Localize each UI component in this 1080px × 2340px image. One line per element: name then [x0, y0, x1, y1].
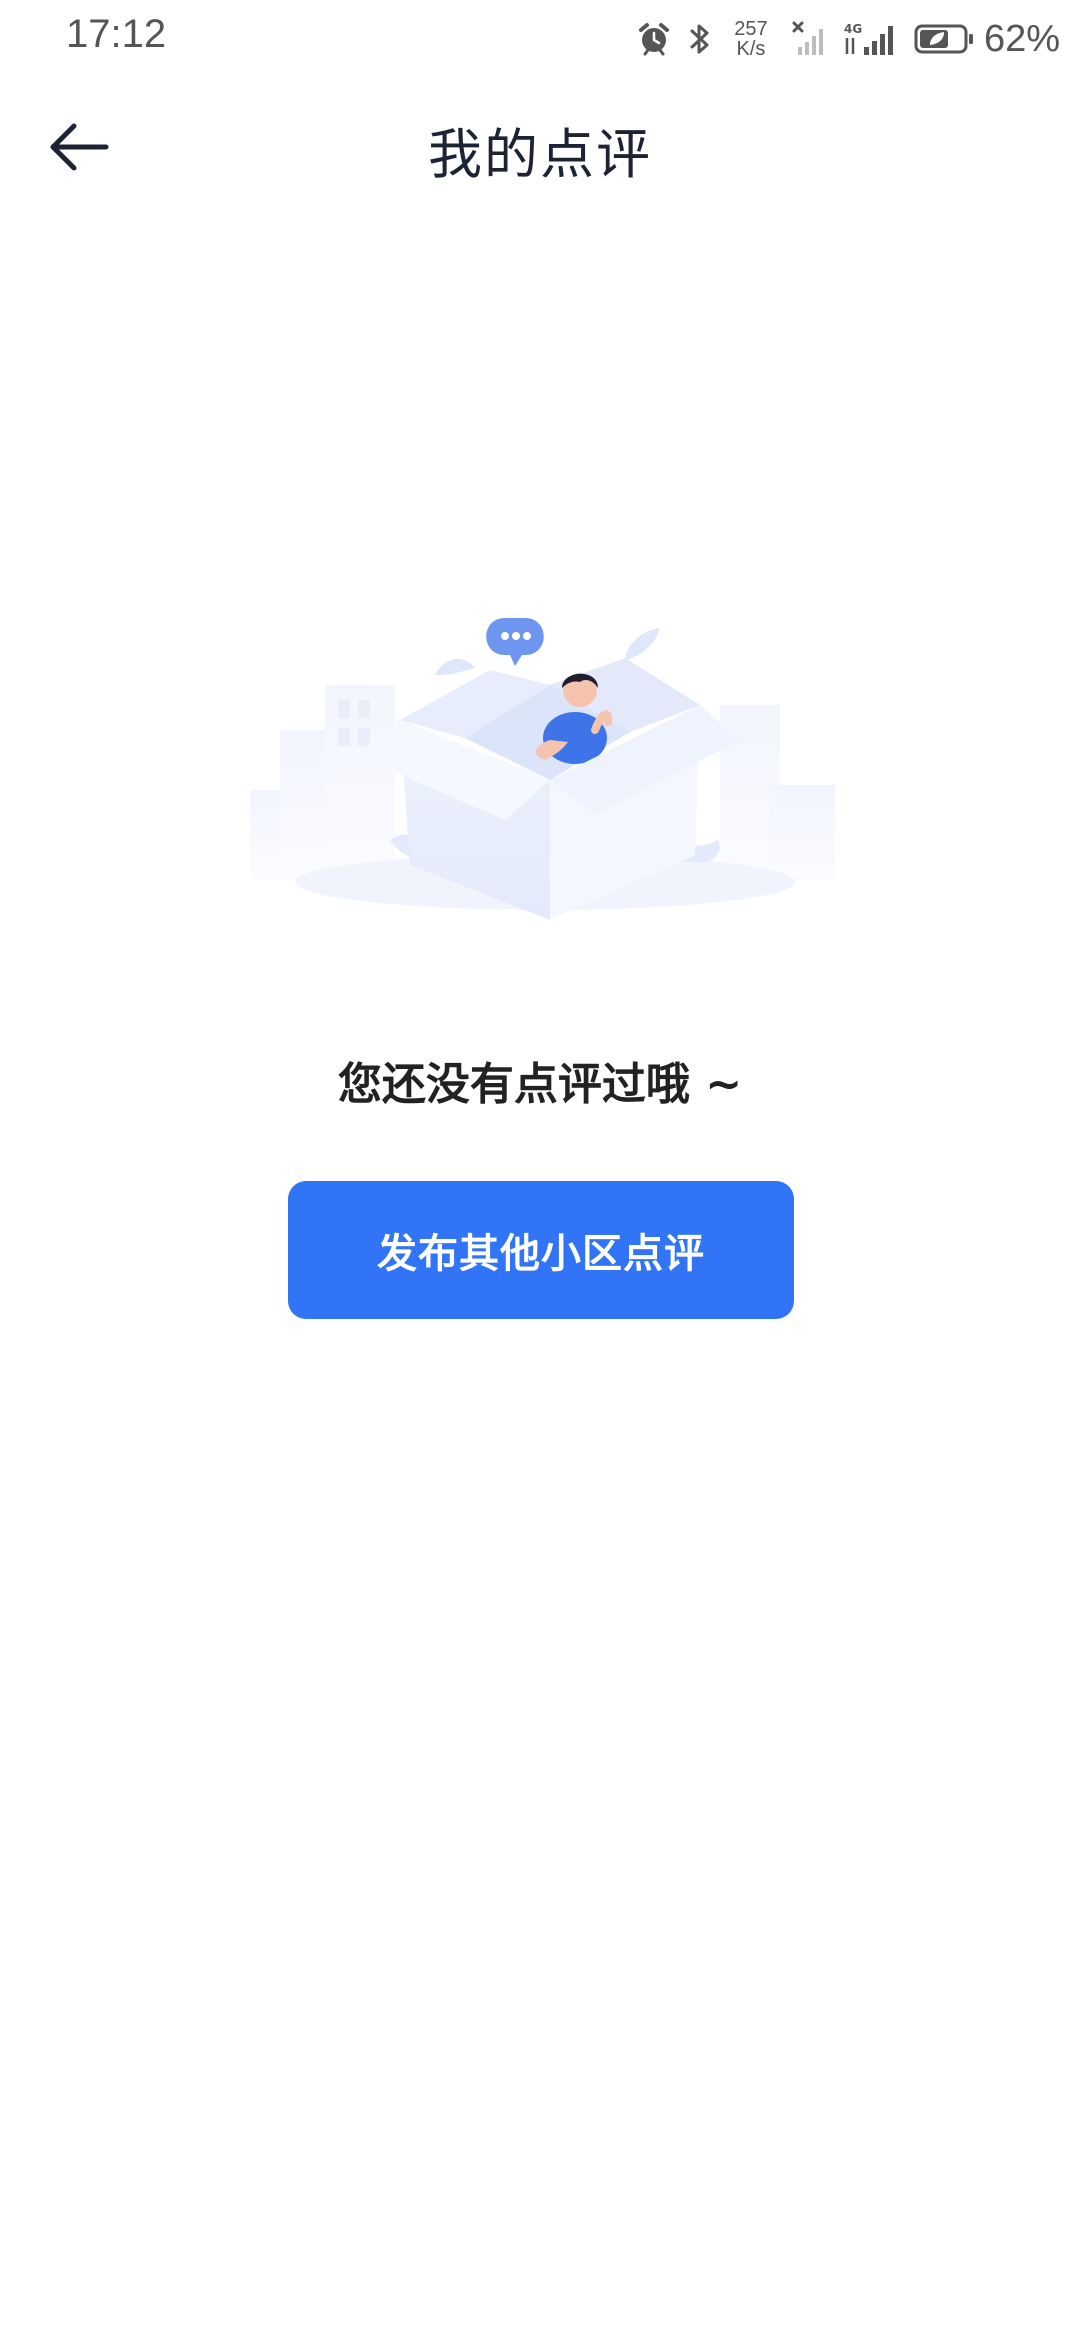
net-speed: 257 K/s	[726, 19, 776, 59]
battery-percent: 62%	[983, 17, 1060, 60]
empty-state-message: 您还没有点评过哦 ~	[337, 1059, 743, 1110]
battery-saver-icon	[914, 24, 973, 54]
bluetooth-icon	[690, 24, 709, 54]
signal-4g-icon: 4G	[844, 22, 893, 55]
publish-other-community-review-button[interactable]: 发布其他小区点评	[288, 1181, 794, 1319]
status-icons: 257 K/s 4G 62%	[620, 14, 1060, 64]
alarm-icon	[638, 23, 669, 56]
network-label: 4G	[844, 22, 862, 36]
page-title: 我的点评	[428, 123, 652, 186]
empty-box-person-illustration	[250, 618, 835, 920]
status-bar: 17:12 257 K/s 4G 62%	[0, 0, 1080, 80]
net-speed-value: 257	[734, 18, 768, 40]
status-time: 17:12	[66, 12, 167, 56]
signal-no-sim-icon	[792, 21, 823, 55]
nav-bar: 我的点评	[0, 80, 1080, 210]
net-speed-unit: K/s	[736, 38, 766, 60]
